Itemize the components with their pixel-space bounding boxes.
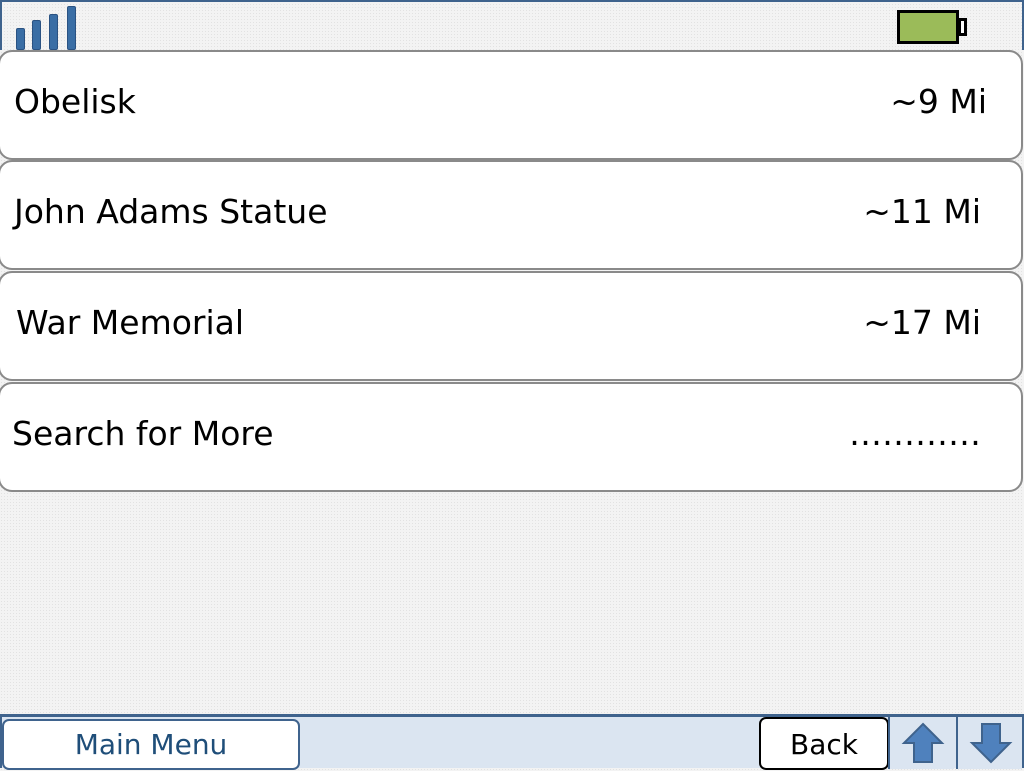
status-bar [0,0,1024,50]
scroll-up-button[interactable] [888,717,954,769]
arrow-down-icon [969,723,1013,764]
battery-icon [897,10,959,44]
location-distance: ~9 Mi [890,82,987,121]
list-item-obelisk[interactable]: Obelisk ~9 Mi [0,50,1023,160]
location-name: War Memorial [16,303,245,342]
arrow-up-icon [901,722,945,763]
list-item-search-for-more[interactable]: Search for More ………… [0,382,1023,492]
location-name: Obelisk [14,82,136,121]
battery-tip [958,18,967,36]
list-item-john-adams-statue[interactable]: John Adams Statue ~11 Mi [0,160,1023,270]
location-name: John Adams Statue [14,192,328,231]
location-distance: ~17 Mi [863,303,981,342]
bottom-toolbar: Main Menu Back [0,714,1024,770]
list-item-war-memorial[interactable]: War Memorial ~17 Mi [0,271,1023,381]
location-name: Search for More [12,414,274,453]
signal-strength-icon [16,6,82,50]
main-menu-button[interactable]: Main Menu [2,719,300,770]
scroll-down-button[interactable] [956,717,1022,769]
back-button[interactable]: Back [759,717,889,770]
location-distance: ………… [849,414,981,453]
location-distance: ~11 Mi [863,192,981,231]
